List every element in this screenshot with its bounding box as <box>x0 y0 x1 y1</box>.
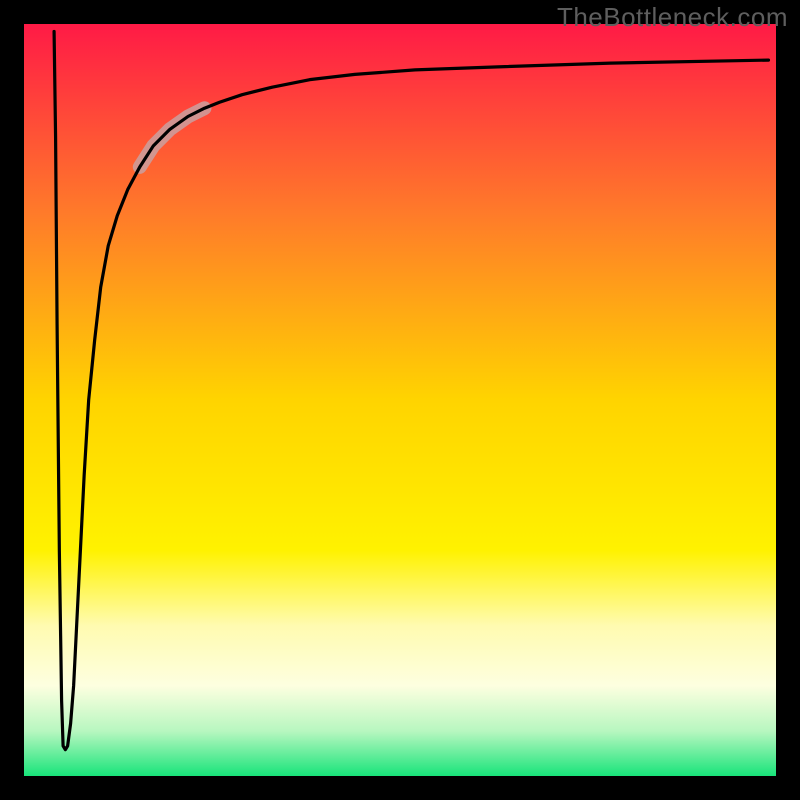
watermark-text: TheBottleneck.com <box>557 2 788 33</box>
plot-background <box>24 24 776 776</box>
bottleneck-chart <box>0 0 800 800</box>
chart-container: TheBottleneck.com <box>0 0 800 800</box>
